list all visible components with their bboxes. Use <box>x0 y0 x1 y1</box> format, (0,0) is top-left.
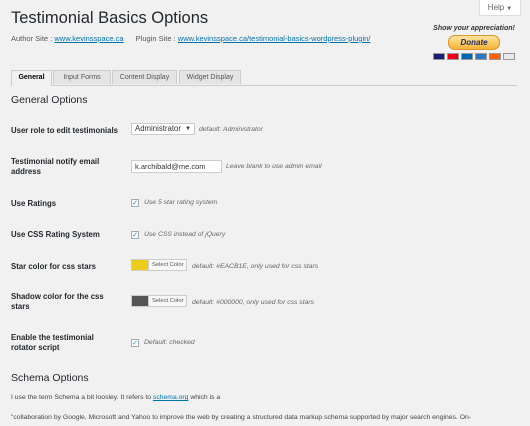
ratings-label: Use Ratings <box>11 199 57 208</box>
select-color-label: Select Color <box>148 260 184 270</box>
schema-org-link[interactable]: schema.org <box>153 394 189 401</box>
star-color-label: Star color for css stars <box>11 262 96 271</box>
page-title: Testimonial Basics Options <box>11 9 209 27</box>
star-color-picker[interactable]: Select Color <box>131 259 187 271</box>
appreciation-text: Show your appreciation! <box>433 25 515 32</box>
schema-intro: I use the term Schema a bit loosley. It … <box>11 394 220 401</box>
plugin-site-link[interactable]: www.kevinsspace.ca/testimonial-basics-wo… <box>178 34 371 43</box>
user-role-desc: default: Administrator <box>199 126 263 133</box>
card-icon <box>461 53 473 60</box>
notify-email-desc: Leave blank to use admin email <box>226 163 322 170</box>
help-tab[interactable]: Help ▼ <box>479 0 521 16</box>
user-role-label: User role to edit testimonials <box>11 126 119 135</box>
ratings-checkbox[interactable]: ✓ <box>131 199 139 207</box>
user-role-select[interactable]: Administrator ▼ <box>131 123 195 135</box>
css-rating-desc: Use CSS instead of jQuery <box>144 231 226 238</box>
shadow-color-label: Shadow color for the css stars <box>11 292 104 311</box>
author-site-link[interactable]: www.kevinsspace.ca <box>54 34 123 43</box>
general-options-title: General Options <box>11 94 88 106</box>
shadow-color-swatch <box>132 296 148 306</box>
notify-email-label: Testimonial notify email address <box>11 157 100 176</box>
css-rating-label: Use CSS Rating System <box>11 230 100 239</box>
tab-bar: General Input Forms Content Display Widg… <box>11 70 517 86</box>
chevron-down-icon: ▼ <box>185 126 191 132</box>
author-site-prefix: Author Site : <box>11 34 53 43</box>
tab-general[interactable]: General <box>11 70 52 86</box>
rotator-desc: Default: checked <box>144 339 195 346</box>
donate-box: Show your appreciation! Donate <box>430 25 518 60</box>
user-role-value: Administrator <box>135 124 181 133</box>
card-icon <box>433 53 445 60</box>
card-icon <box>489 53 501 60</box>
schema-intro-after: which is a <box>190 394 221 401</box>
chevron-down-icon: ▼ <box>506 6 513 12</box>
help-label: Help <box>487 3 505 12</box>
plugin-site-prefix: Plugin Site : <box>135 34 176 43</box>
tab-content-display[interactable]: Content Display <box>112 70 177 84</box>
schema-intro-before: I use the term Schema a bit loosley. It … <box>11 394 152 401</box>
card-icon <box>447 53 459 60</box>
author-line: Author Site : www.kevinsspace.ca Plugin … <box>11 34 370 43</box>
star-color-desc: default: #EACB1E, only used for css star… <box>192 263 319 270</box>
schema-options-title: Schema Options <box>11 372 89 384</box>
tab-widget-display[interactable]: Widget Display <box>179 70 241 84</box>
notify-email-field[interactable]: k.archibald@me.com <box>131 160 222 173</box>
rotator-checkbox[interactable]: ✓ <box>131 339 139 347</box>
donate-button[interactable]: Donate <box>448 35 500 50</box>
card-icon <box>503 53 515 60</box>
shadow-color-desc: default: #000000, only used for css star… <box>192 299 315 306</box>
card-icon <box>475 53 487 60</box>
schema-quote: "collaboration by Google, Microsoft and … <box>11 414 472 421</box>
star-color-swatch <box>132 260 148 270</box>
rotator-label: Enable the testimonial rotator script <box>11 333 94 352</box>
payment-cards <box>430 53 518 60</box>
select-color-label: Select Color <box>148 296 184 306</box>
ratings-desc: Use 5 star rating system <box>144 199 218 206</box>
css-rating-checkbox[interactable]: ✓ <box>131 231 139 239</box>
tab-input-forms[interactable]: Input Forms <box>53 70 111 84</box>
shadow-color-picker[interactable]: Select Color <box>131 295 187 307</box>
